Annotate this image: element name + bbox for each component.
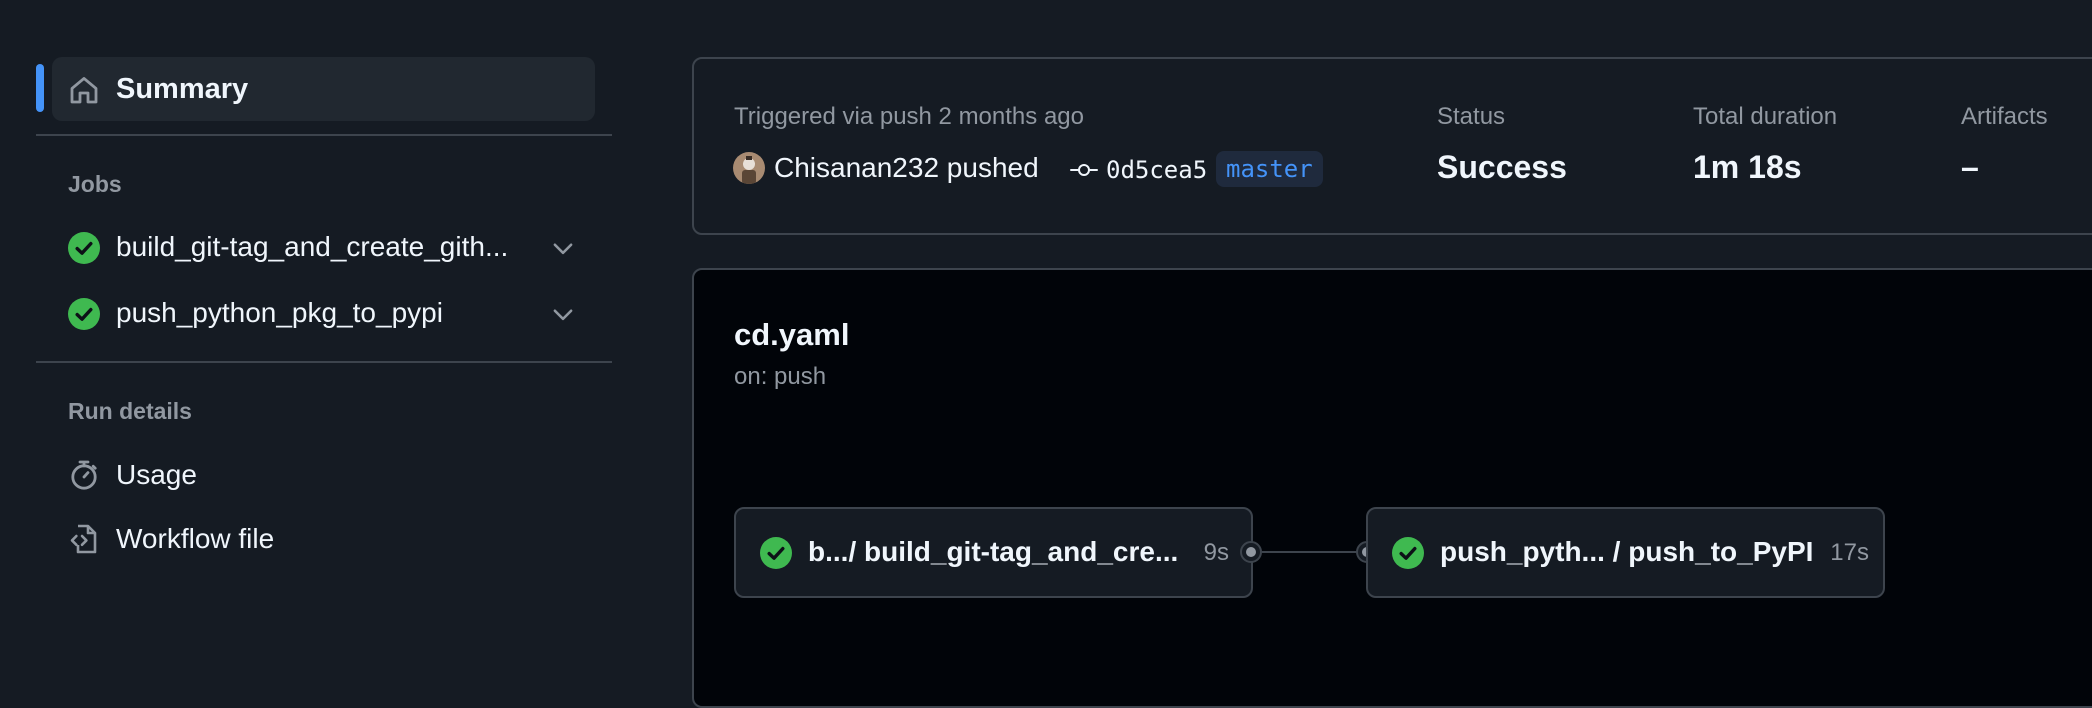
- job-label: push_python_pkg_to_pypi: [116, 297, 443, 328]
- file-code-icon: [70, 524, 97, 554]
- trigger-text: Triggered via push 2 months ago: [734, 103, 1084, 130]
- node-duration: 17s: [1830, 539, 1869, 566]
- node-output-port: [1240, 541, 1262, 563]
- sidebar-job-build-git-tag[interactable]: build_git-tag_and_create_gith...: [52, 218, 595, 276]
- chevron-down-icon[interactable]: [550, 235, 576, 261]
- artifacts-value: –: [1961, 149, 1979, 185]
- check-circle-icon: [760, 537, 792, 569]
- node-connector: [1262, 551, 1368, 553]
- stopwatch-icon: [71, 460, 97, 490]
- sidebar-item-usage[interactable]: Usage: [52, 447, 595, 503]
- home-icon: [70, 77, 98, 104]
- sidebar: Summary Jobs build_git-tag_and_create_gi…: [0, 0, 640, 682]
- check-circle-icon: [1392, 537, 1424, 569]
- jobs-heading: Jobs: [68, 171, 122, 197]
- sidebar-item-summary-label: Summary: [116, 73, 249, 105]
- check-circle-icon: [68, 232, 100, 264]
- branch-badge[interactable]: master: [1216, 151, 1323, 187]
- graph-node-push-to-pypi[interactable]: push_pyth... / push_to_PyPI 17s: [1366, 507, 1885, 598]
- chevron-down-icon[interactable]: [550, 301, 576, 327]
- job-label: build_git-tag_and_create_gith...: [116, 231, 509, 262]
- divider: [36, 134, 612, 136]
- node-label: push_pyth... / push_to_PyPI: [1440, 536, 1814, 567]
- divider: [36, 361, 612, 363]
- avatar[interactable]: [733, 152, 765, 184]
- check-circle-icon: [68, 298, 100, 330]
- workflow-file-label: Workflow file: [116, 523, 275, 554]
- graph-node-build-git-tag[interactable]: b.../ build_git-tag_and_cre... 9s: [734, 507, 1253, 598]
- total-duration-value: 1m 18s: [1693, 149, 1802, 185]
- status-value: Success: [1437, 149, 1567, 185]
- git-commit-icon: [1070, 164, 1098, 176]
- workflow-name[interactable]: cd.yaml: [734, 316, 849, 354]
- usage-label: Usage: [116, 459, 197, 490]
- node-duration: 9s: [1203, 539, 1229, 566]
- sidebar-job-push-python-pkg[interactable]: push_python_pkg_to_pypi: [52, 284, 595, 342]
- total-duration-label: Total duration: [1693, 103, 1838, 130]
- workflow-trigger: on: push: [734, 363, 827, 390]
- sidebar-item-workflow-file[interactable]: Workflow file: [52, 511, 595, 567]
- artifacts-label: Artifacts: [1961, 103, 2048, 130]
- actor-pushed[interactable]: Chisanan232 pushed: [774, 150, 1039, 186]
- commit-sha-link[interactable]: 0d5cea5: [1106, 154, 1207, 186]
- run-details-heading: Run details: [68, 398, 192, 424]
- status-label: Status: [1437, 103, 1506, 130]
- workflow-graph-panel: [692, 268, 2092, 708]
- active-indicator: [36, 64, 44, 112]
- node-label: b.../ build_git-tag_and_cre...: [808, 536, 1179, 567]
- run-summary-card: [692, 57, 2092, 235]
